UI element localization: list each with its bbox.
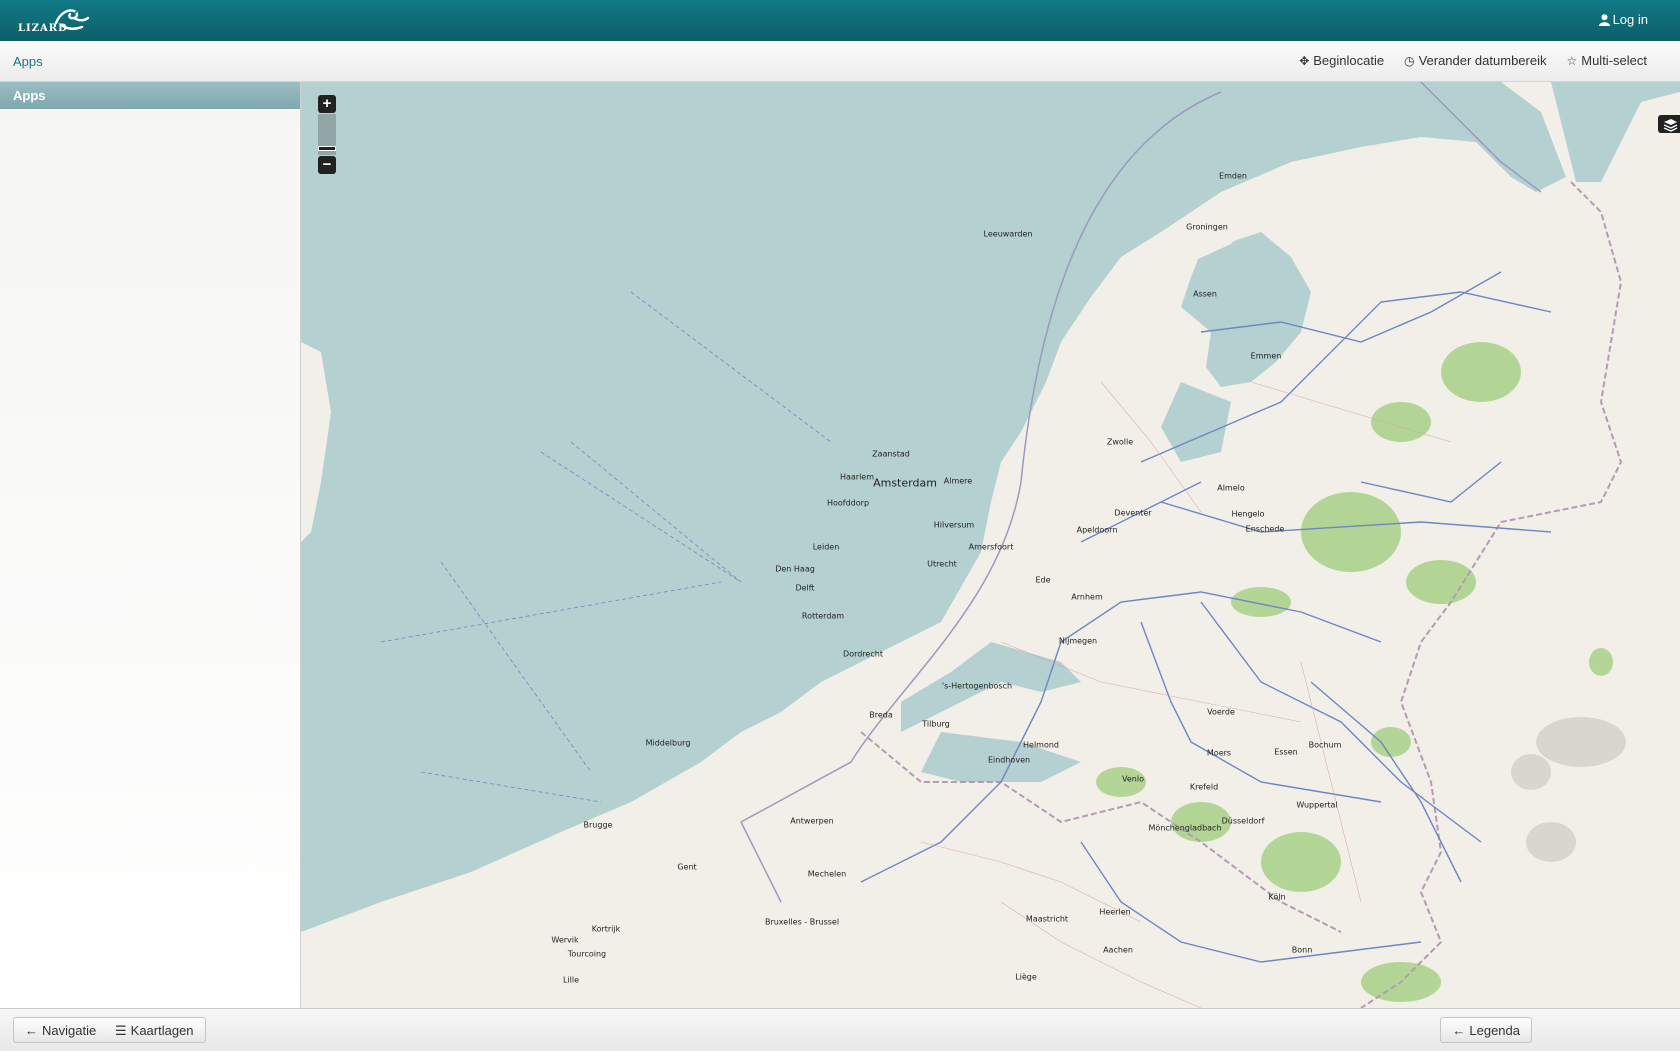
arrow-left-icon: ← [1452, 1023, 1466, 1038]
city-label: Leeuwarden [983, 229, 1033, 239]
city-label: Köln [1268, 892, 1286, 902]
apps-sidebar: Apps [0, 82, 301, 1008]
multi-select-button[interactable]: ☆ Multi-select [1566, 53, 1647, 68]
city-label: Amsterdam [873, 476, 937, 490]
zoom-slider-handle[interactable] [318, 146, 336, 151]
city-label: Zaanstad [872, 449, 910, 459]
city-label: Groningen [1186, 222, 1228, 232]
city-label: Voerde [1207, 707, 1235, 717]
city-label: Moers [1206, 748, 1232, 758]
list-icon: ☰ [115, 1023, 127, 1038]
user-icon [1598, 14, 1610, 26]
logo-text: LIZARD [18, 23, 68, 34]
breadcrumb-bar: Apps ✥ Beginlocatie ◷ Verander datumbere… [0, 41, 1680, 82]
city-label: Rotterdam [801, 611, 845, 621]
city-label: Hilversum [933, 520, 975, 530]
navigatie-button[interactable]: ← Navigatie [13, 1017, 109, 1043]
city-label: Essen [1274, 747, 1298, 757]
legenda-label: Legenda [1469, 1023, 1520, 1038]
city-label: Aachen [1103, 945, 1133, 955]
city-label: Antwerpen [790, 816, 834, 826]
kaartlagen-button[interactable]: ☰ Kaartlagen [104, 1017, 206, 1043]
city-label: Ede [1035, 575, 1051, 585]
city-label: Emmen [1250, 351, 1282, 361]
city-label: Helmond [1023, 740, 1059, 750]
legenda-button[interactable]: ← Legenda [1440, 1017, 1532, 1043]
city-label: Nijmegen [1058, 636, 1098, 646]
city-label: Arnhem [1071, 592, 1103, 602]
city-label: Middelburg [645, 738, 691, 748]
beginlocatie-button[interactable]: ✥ Beginlocatie [1299, 53, 1384, 68]
city-label: Hengelo [1231, 509, 1265, 519]
city-label: Mönchengladbach [1148, 823, 1222, 833]
city-label: Gent [677, 862, 697, 872]
city-label: Emden [1219, 171, 1247, 181]
zoom-out-button[interactable]: − [318, 156, 336, 174]
city-label: Almere [943, 476, 973, 486]
layers-icon [1663, 119, 1678, 132]
zoom-slider-track[interactable] [318, 114, 336, 155]
map-viewport[interactable]: Emden Leeuwarden Groningen Assen Emmen Z… [301, 82, 1680, 1008]
city-label: Venlo [1122, 774, 1144, 784]
city-label: Utrecht [927, 559, 957, 569]
city-label: Lille [562, 975, 580, 985]
city-label: Deventer [1114, 508, 1152, 518]
city-label: Wervik [551, 935, 579, 945]
city-label: Dordrecht [843, 649, 883, 659]
multi-select-label: Multi-select [1581, 53, 1647, 68]
city-label: Brugge [583, 820, 613, 830]
city-label: Maastricht [1025, 914, 1069, 924]
city-label: Düsseldorf [1221, 816, 1265, 826]
arrow-left-icon: ← [25, 1023, 38, 1038]
city-label: Almelo [1217, 483, 1245, 493]
city-label: Bochum [1308, 740, 1342, 750]
zoom-in-button[interactable]: + [318, 95, 336, 113]
login-label: Log in [1612, 12, 1648, 27]
map-actions: ✥ Beginlocatie ◷ Verander datumbereik ☆ … [1299, 53, 1647, 68]
city-label: 's-Hertogenbosch [941, 681, 1013, 691]
city-label: Apeldoorn [1076, 525, 1118, 535]
city-label: Mechelen [807, 869, 847, 879]
city-label: Liège [1015, 972, 1037, 982]
navigatie-label: Navigatie [42, 1023, 97, 1038]
kaartlagen-label: Kaartlagen [130, 1023, 194, 1038]
city-label: Wuppertal [1296, 800, 1338, 810]
city-label: Enschede [1245, 524, 1285, 534]
apps-breadcrumb-link[interactable]: Apps [13, 54, 43, 69]
city-label: Assen [1193, 289, 1217, 299]
city-label: Kortrijk [591, 924, 621, 934]
bottom-toolbar: ← Navigatie ☰ Kaartlagen ← Legenda [0, 1008, 1680, 1051]
city-label: Delft [795, 583, 815, 593]
city-label: Hoofddorp [826, 498, 870, 508]
city-label: Tourcoing [567, 949, 607, 959]
login-link[interactable]: Log in [1598, 12, 1648, 27]
clock-icon: ◷ [1404, 53, 1415, 68]
lizard-logo[interactable]: LIZARD [16, 3, 90, 37]
top-navbar: LIZARD Log in [0, 0, 1680, 42]
city-label: Haarlem [839, 472, 875, 482]
layer-switcher-button[interactable] [1658, 115, 1680, 133]
zoom-control: + − [318, 95, 336, 174]
city-label: Leiden [812, 542, 840, 552]
city-label: Krefeld [1189, 782, 1219, 792]
city-label: Bruxelles - Brussel [764, 917, 840, 927]
city-label: Amersfoort [968, 542, 1014, 552]
city-label: Den Haag [775, 564, 815, 574]
city-label: Heerlen [1099, 907, 1131, 917]
star-icon: ☆ [1566, 53, 1578, 68]
city-label: Bonn [1291, 945, 1313, 955]
date-range-button[interactable]: ◷ Verander datumbereik [1404, 53, 1546, 68]
city-label: Tilburg [922, 719, 950, 729]
city-label: Breda [869, 710, 893, 720]
move-icon: ✥ [1299, 53, 1310, 68]
sidebar-title: Apps [0, 82, 300, 109]
city-label: Eindhoven [987, 755, 1031, 765]
beginlocatie-label: Beginlocatie [1313, 53, 1385, 68]
city-label: Zwolle [1106, 437, 1134, 447]
date-range-label: Verander datumbereik [1418, 53, 1547, 68]
